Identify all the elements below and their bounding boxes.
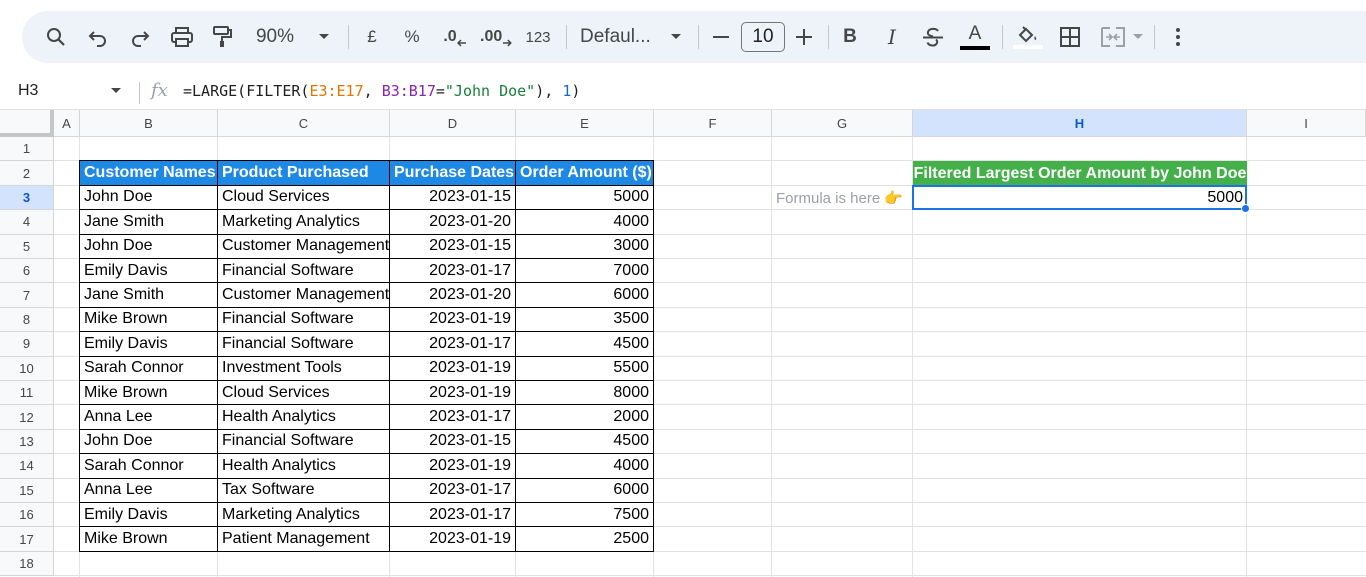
- row-header-13[interactable]: 13: [0, 429, 54, 455]
- font-family-select[interactable]: Defaul...: [580, 11, 658, 63]
- row-header-11[interactable]: 11: [0, 381, 54, 406]
- row-header-5[interactable]: 5: [0, 234, 54, 259]
- toolbar-divider: [828, 25, 829, 49]
- formula-bar-divider: [139, 82, 140, 104]
- name-box[interactable]: H3: [18, 82, 38, 100]
- formula-part: =: [435, 82, 445, 100]
- undo-icon[interactable]: [84, 11, 112, 63]
- row-header-3[interactable]: 3: [0, 185, 54, 211]
- toolbar-divider: [1002, 25, 1003, 49]
- fill-color-button[interactable]: [1012, 11, 1044, 63]
- name-box-dropdown-icon[interactable]: [110, 87, 122, 95]
- decrease-font-size-icon[interactable]: [710, 11, 732, 63]
- gridline-horizontal: [54, 575, 1366, 577]
- toolbar: 90% £ % .0 .00 123 Defaul... 10 B I A: [22, 11, 1366, 63]
- formula-range-ref: E3:E17: [309, 82, 364, 100]
- toolbar-divider: [1154, 25, 1155, 49]
- column-header-h[interactable]: H: [913, 110, 1247, 137]
- row-header-15[interactable]: 15: [0, 478, 54, 503]
- formula-part: ,: [363, 82, 382, 100]
- zoom-dropdown-icon[interactable]: [314, 11, 334, 63]
- column-header-i[interactable]: I: [1247, 110, 1366, 137]
- bold-button[interactable]: B: [838, 11, 862, 63]
- print-icon[interactable]: [168, 11, 196, 63]
- select-all-corner[interactable]: [0, 110, 54, 137]
- spreadsheet-grid[interactable]: A B C D E F G H I 1 2 3 4 5 6 7 8 9 10 11 12 13 14 15 16 17 18 Cust…: [0, 110, 1366, 577]
- paint-bucket-icon: [1018, 25, 1037, 42]
- font-size-input[interactable]: 10: [741, 22, 785, 52]
- row-header-18[interactable]: 18: [0, 551, 54, 577]
- number-format-button[interactable]: 123: [522, 11, 554, 63]
- column-header-d[interactable]: D: [390, 110, 516, 137]
- increase-decimal-button[interactable]: .00: [480, 11, 512, 63]
- percent-format-button[interactable]: %: [400, 11, 424, 63]
- fill-color-swatch: [1013, 44, 1043, 49]
- merge-dropdown-icon[interactable]: [1130, 11, 1146, 63]
- active-cell-selection: [912, 184, 1247, 211]
- text-color-button[interactable]: A: [958, 11, 992, 63]
- row-header-2[interactable]: 2: [0, 161, 54, 186]
- fx-icon: fx: [151, 80, 168, 101]
- toolbar-area: 90% £ % .0 .00 123 Defaul... 10 B I A: [0, 0, 1366, 74]
- text-color-letter: A: [968, 23, 982, 44]
- redo-icon[interactable]: [126, 11, 154, 63]
- row-header-17[interactable]: 17: [0, 527, 54, 552]
- row-header-9[interactable]: 9: [0, 332, 54, 357]
- row-header-14[interactable]: 14: [0, 454, 54, 479]
- italic-button[interactable]: I: [880, 11, 904, 63]
- paint-format-icon[interactable]: [208, 11, 236, 63]
- merge-cells-icon[interactable]: [1098, 11, 1128, 63]
- formula-string: "John Doe": [444, 82, 536, 100]
- column-header-c[interactable]: C: [218, 110, 390, 137]
- fill-handle[interactable]: [1241, 204, 1250, 214]
- search-icon[interactable]: [42, 11, 70, 63]
- column-header-f[interactable]: F: [654, 110, 772, 137]
- currency-format-button[interactable]: £: [360, 11, 384, 63]
- toolbar-divider: [698, 25, 699, 49]
- strikethrough-icon[interactable]: [920, 11, 946, 63]
- formula-note[interactable]: Formula is here 👉: [772, 186, 913, 210]
- row-header-16[interactable]: 16: [0, 503, 54, 528]
- more-options-icon[interactable]: [1168, 11, 1188, 63]
- arrow-left-icon: [456, 39, 466, 47]
- increase-font-size-icon[interactable]: [792, 11, 816, 63]
- row-header-4[interactable]: 4: [0, 210, 54, 235]
- text-color-swatch: [960, 46, 990, 50]
- formula-part: ): [571, 82, 581, 100]
- row-header-8[interactable]: 8: [0, 307, 54, 333]
- decrease-decimal-button[interactable]: .0: [440, 11, 470, 63]
- row-header-7[interactable]: 7: [0, 283, 54, 308]
- toolbar-divider: [566, 25, 567, 49]
- row-header-12[interactable]: 12: [0, 405, 54, 430]
- arrow-right-icon: [503, 39, 512, 47]
- column-header-g[interactable]: G: [772, 110, 913, 137]
- column-header-a[interactable]: A: [54, 110, 80, 137]
- result-header[interactable]: Filtered Largest Order Amount by John Do…: [913, 161, 1247, 186]
- font-dropdown-icon[interactable]: [666, 11, 686, 63]
- toolbar-divider: [348, 25, 349, 49]
- formula-bar: H3 fx =LARGE(FILTER(E3:E17, B3:B17="John…: [0, 74, 1366, 110]
- column-header-b[interactable]: B: [80, 110, 218, 137]
- formula-number: 1: [562, 82, 572, 100]
- row-header-6[interactable]: 6: [0, 259, 54, 284]
- borders-icon[interactable]: [1056, 11, 1084, 63]
- formula-part: ),: [535, 82, 563, 100]
- row-header-1[interactable]: 1: [0, 137, 54, 162]
- zoom-value[interactable]: 90%: [250, 11, 300, 63]
- increase-decimal-label: .00: [480, 28, 503, 45]
- column-header-e[interactable]: E: [516, 110, 654, 137]
- formula-input[interactable]: =LARGE(FILTER(E3:E17, B3:B17="John Doe")…: [183, 82, 580, 100]
- data-table-border: [79, 160, 654, 552]
- row-header-10[interactable]: 10: [0, 356, 54, 381]
- formula-range-ref: B3:B17: [381, 82, 436, 100]
- decrease-decimal-label: .0: [443, 28, 457, 45]
- formula-part: =LARGE(FILTER(: [183, 82, 310, 100]
